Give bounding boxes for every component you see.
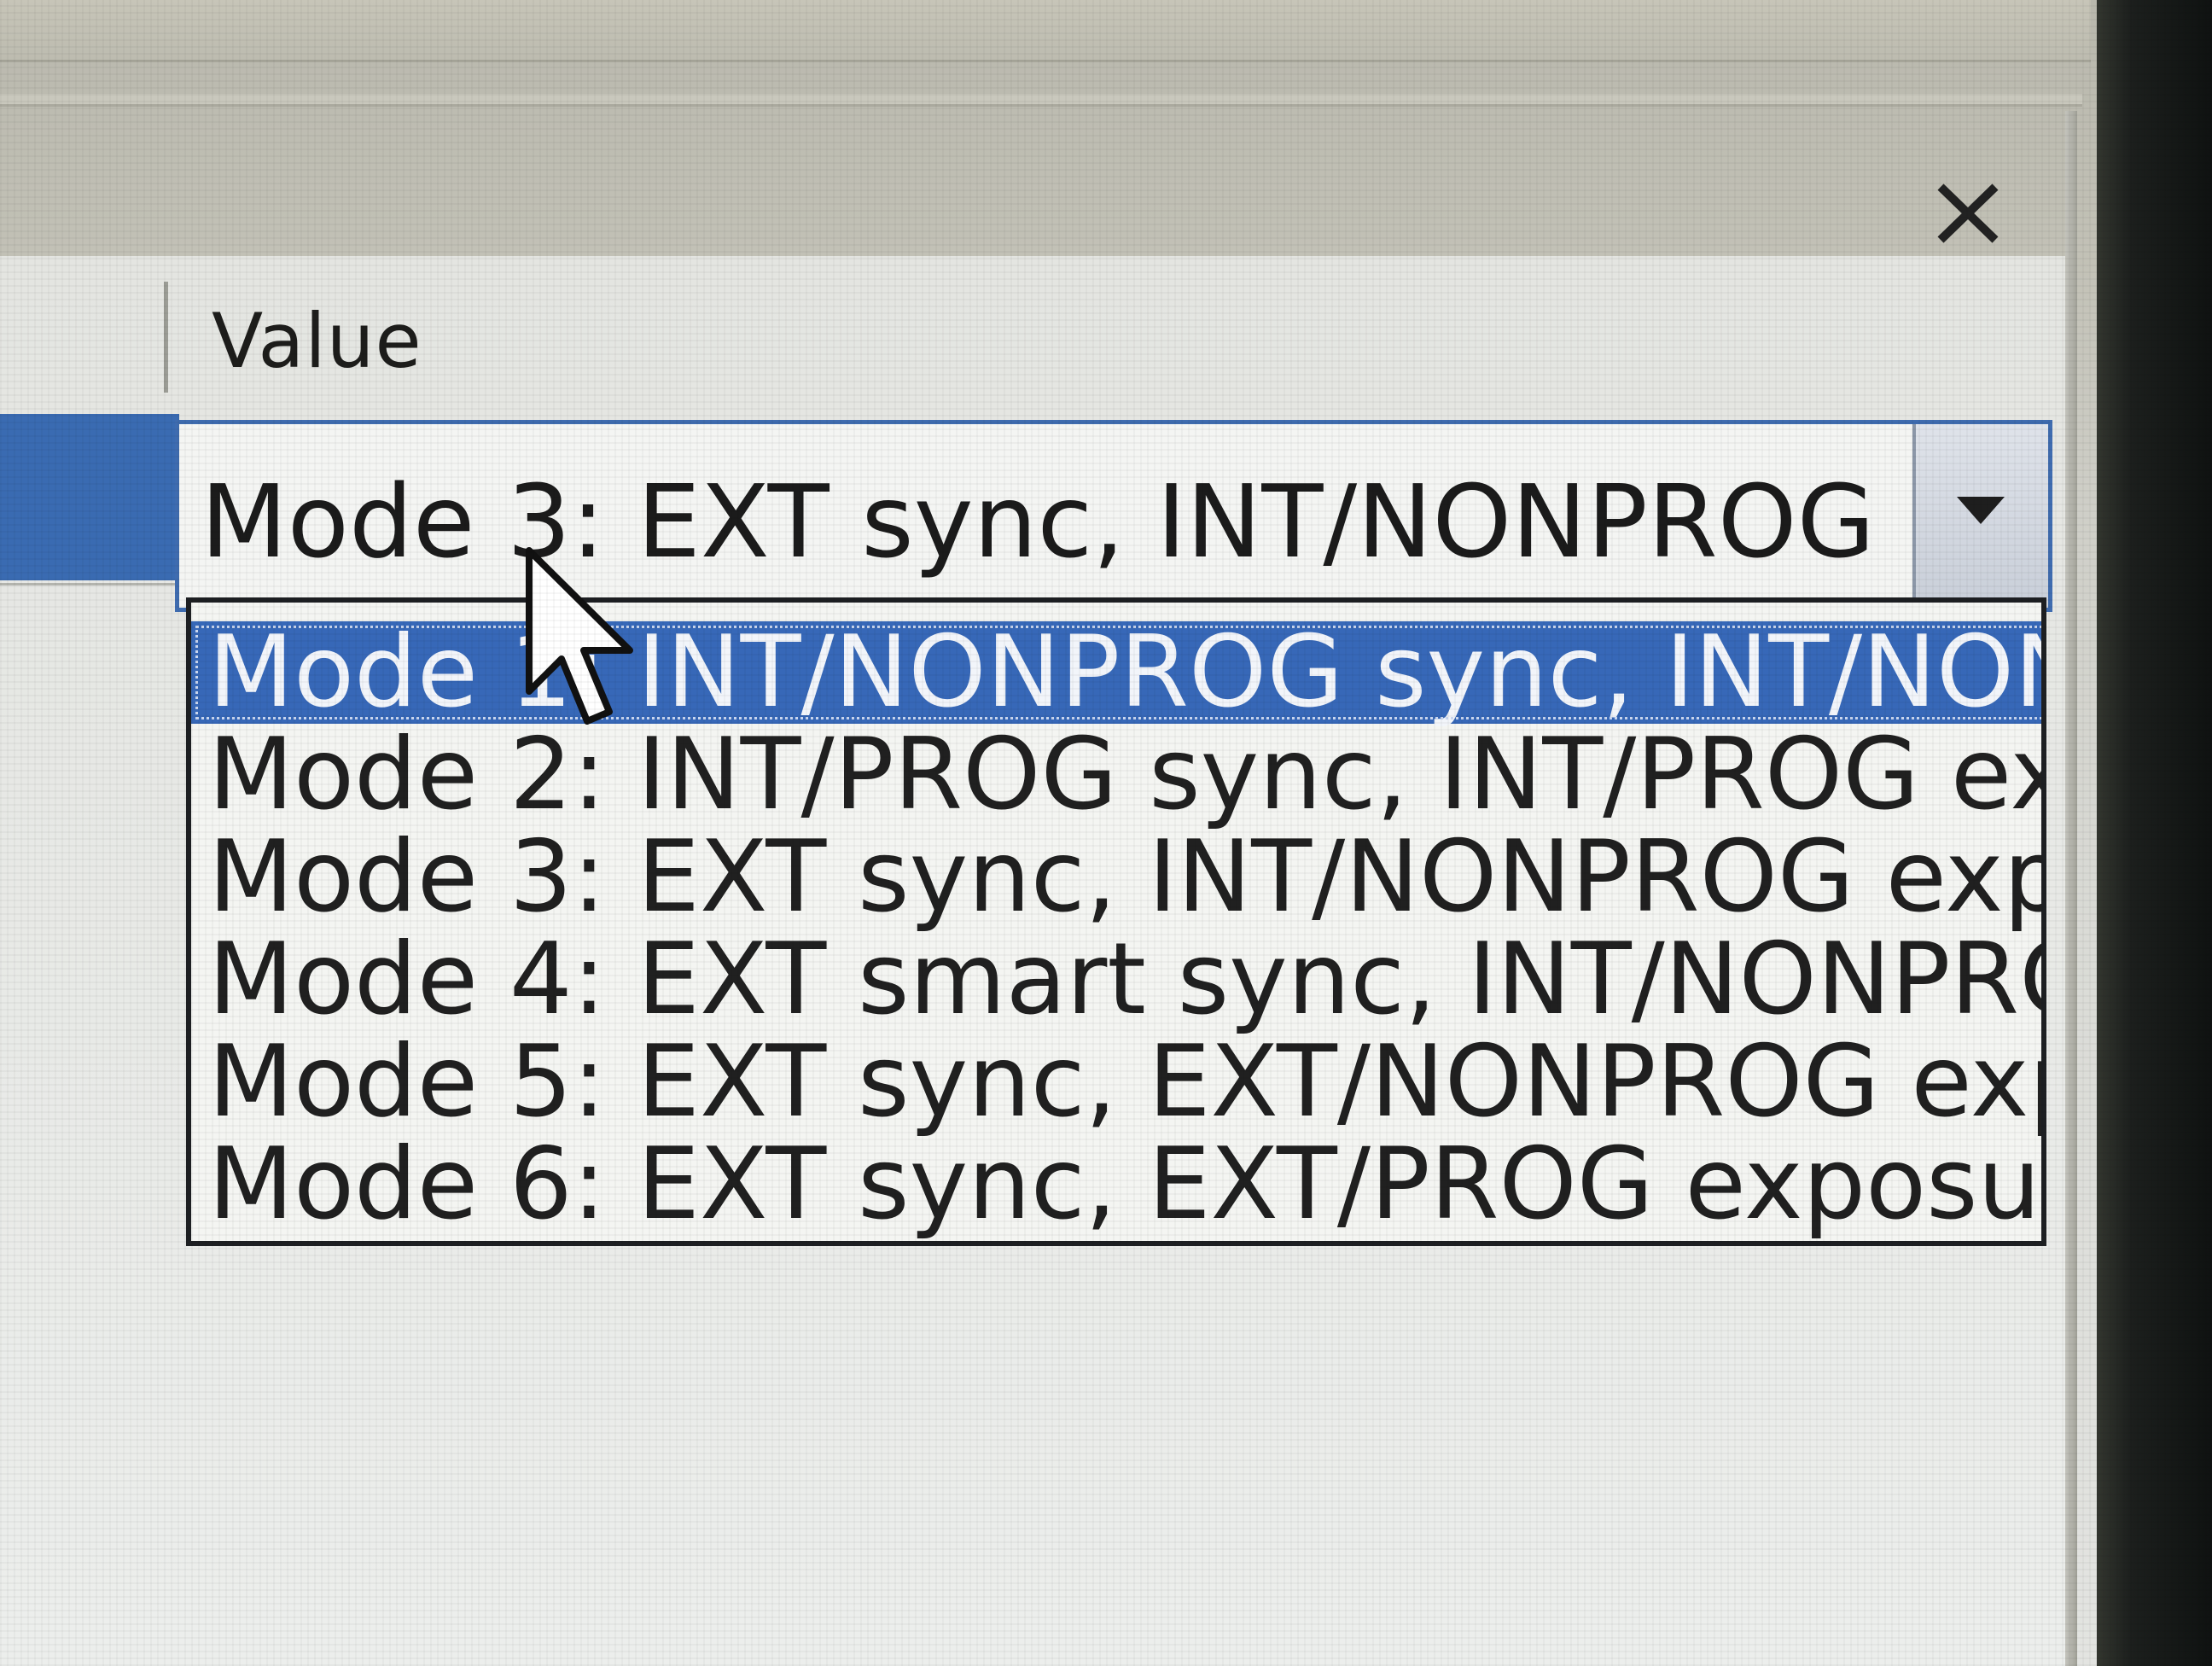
- dropdown-option-mode-1[interactable]: Mode 1: INT/NONPROG sync, INT/NONPROG ex: [191, 621, 2041, 724]
- window-top-strip: [0, 0, 2091, 62]
- row-divider: [0, 583, 179, 585]
- value-column-header[interactable]: Value: [212, 297, 422, 385]
- dropdown-option-mode-6[interactable]: Mode 6: EXT sync, EXT/PROG exposure time: [191, 1133, 2041, 1236]
- close-icon[interactable]: [1930, 175, 2007, 252]
- dropdown-option-mode-4[interactable]: Mode 4: EXT smart sync, INT/NONPROG expo…: [191, 929, 2041, 1031]
- dropdown-option-mode-5[interactable]: Mode 5: EXT sync, EXT/NONPROG exposure t…: [191, 1031, 2041, 1133]
- combobox-dropdown-button[interactable]: [1912, 424, 2048, 608]
- window-border: [2065, 111, 2077, 1666]
- chevron-down-icon: [1957, 497, 2005, 524]
- screen: Value Mode 3: EXT sync, INT/NONPROG expo…: [0, 0, 2212, 1666]
- dropdown-option-mode-3[interactable]: Mode 3: EXT sync, INT/NONPROG exposure t…: [191, 826, 2041, 929]
- mode-dropdown-list: Mode 1: INT/NONPROG sync, INT/NONPROG ex…: [186, 597, 2046, 1246]
- dropdown-option-mode-2[interactable]: Mode 2: INT/PROG sync, INT/PROG exposure…: [191, 724, 2041, 826]
- mouse-pointer-icon: [526, 547, 633, 725]
- combobox-value: Mode 3: EXT sync, INT/NONPROG exposure: [201, 463, 1916, 580]
- column-separator[interactable]: [164, 282, 168, 393]
- selected-row-name-cell[interactable]: [0, 414, 179, 580]
- monitor-bezel: [2097, 0, 2212, 1666]
- mode-combobox[interactable]: Mode 3: EXT sync, INT/NONPROG exposure: [175, 420, 2052, 612]
- panel-edge: [0, 94, 2082, 107]
